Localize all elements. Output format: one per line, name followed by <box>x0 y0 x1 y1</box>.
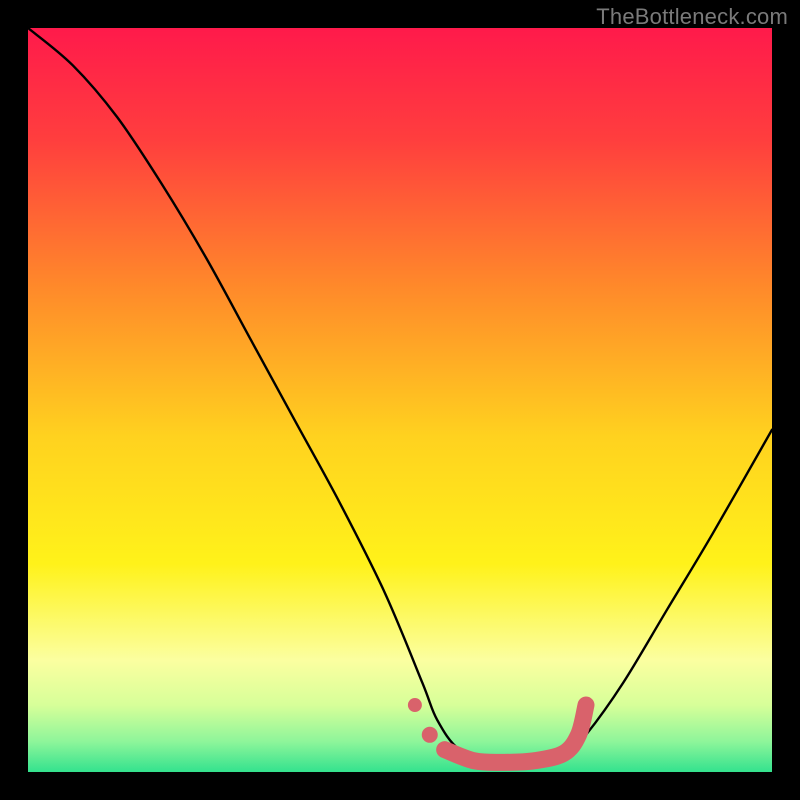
watermark-text: TheBottleneck.com <box>596 4 788 30</box>
marker-dot <box>408 698 422 712</box>
bottleneck-chart <box>28 28 772 772</box>
gradient-background <box>28 28 772 772</box>
plot-area <box>28 28 772 772</box>
chart-frame: TheBottleneck.com <box>0 0 800 800</box>
marker-dot <box>422 727 438 743</box>
